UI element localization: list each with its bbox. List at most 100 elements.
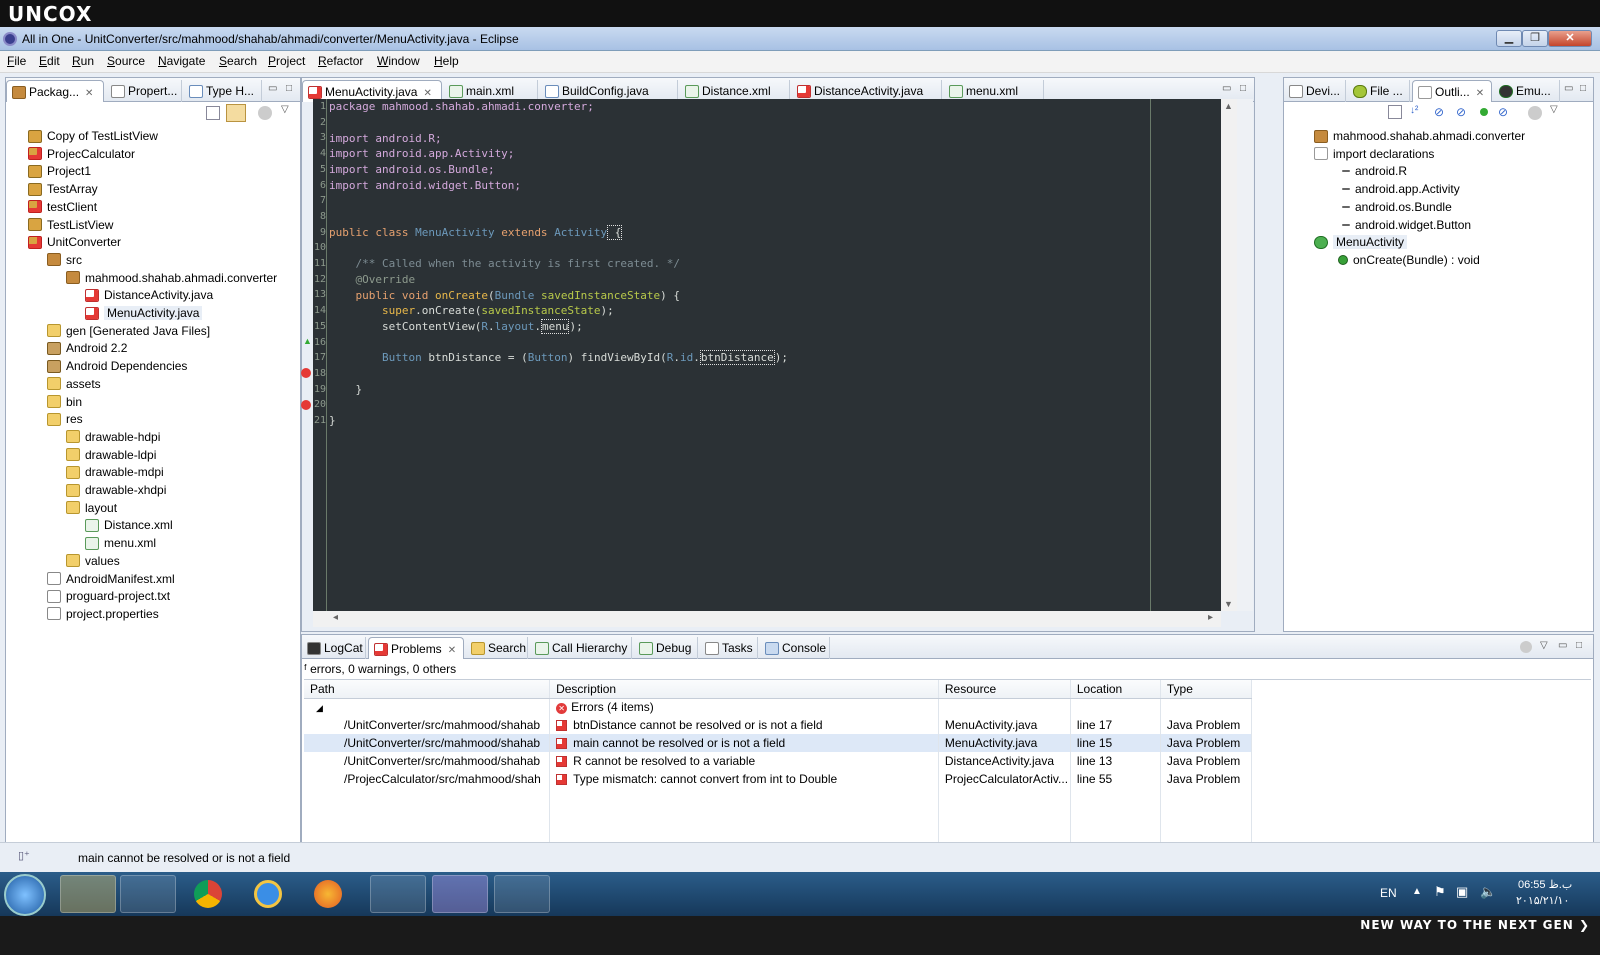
menu-edit[interactable]: Edit [39, 54, 60, 68]
maximize-button[interactable]: ❐ [1522, 30, 1548, 47]
tree-item[interactable]: assets [47, 375, 101, 393]
close-icon[interactable]: ✕ [1476, 88, 1484, 99]
chevron-down-icon[interactable]: ▽ [281, 104, 289, 115]
column-header-description[interactable]: Description [549, 680, 939, 699]
outline-item[interactable]: mahmood.shahab.ahmadi.converter [1314, 127, 1525, 145]
collapse-all-icon[interactable] [206, 106, 220, 120]
tree-item[interactable]: src [47, 251, 82, 269]
explorer-taskbar-button[interactable] [60, 875, 116, 913]
expand-arrow-icon[interactable]: ◢ [316, 703, 323, 713]
tree-item[interactable]: DistanceActivity.java [85, 286, 213, 304]
tree-item[interactable]: drawable-mdpi [66, 463, 164, 481]
tree-item[interactable]: mahmood.shahab.ahmadi.converter [66, 269, 277, 287]
tree-item[interactable]: MenuActivity.java [85, 304, 203, 322]
problem-row[interactable]: /UnitConverter/src/mahmood/shahab btnDist… [304, 716, 1253, 734]
error-marker-icon[interactable] [301, 400, 311, 410]
tree-item[interactable]: drawable-xhdpi [66, 481, 166, 499]
tree-item[interactable]: Android 2.2 [47, 339, 127, 357]
tree-item[interactable]: menu.xml [85, 534, 156, 552]
problem-row[interactable]: /ProjecCalculator/src/mahmood/shah Type m… [304, 770, 1253, 788]
outline-item[interactable]: import declarations [1314, 145, 1434, 163]
tree-item[interactable]: project.properties [47, 605, 159, 623]
eclipse-taskbar-button[interactable] [432, 875, 488, 913]
column-header-path[interactable]: Path [304, 680, 551, 699]
column-header-location[interactable]: Location [1070, 680, 1161, 699]
maximize-view-icon[interactable]: □ [1580, 83, 1586, 94]
show-hidden-icons-icon[interactable]: ▲ [1412, 886, 1422, 897]
chevron-down-icon[interactable]: ▽ [1550, 104, 1558, 115]
column-header-resource[interactable]: Resource [938, 680, 1071, 699]
tree-item[interactable]: UnitConverter [28, 233, 121, 251]
clock-time[interactable]: 06:55 ب.ظ [1518, 878, 1572, 891]
editor-vertical-scrollbar[interactable]: ▲ ▼ [1221, 99, 1237, 611]
menu-run[interactable]: Run [72, 54, 94, 68]
tab-package-explorer[interactable]: Packag... ✕ [6, 80, 104, 102]
maximize-view-icon[interactable]: □ [286, 83, 292, 94]
menu-source[interactable]: Source [107, 54, 145, 68]
close-icon[interactable]: ✕ [85, 88, 93, 99]
view-menu-icon[interactable] [1528, 106, 1542, 120]
problems-group-row[interactable]: ◢ ✕ Errors (4 items) [304, 698, 1253, 716]
menu-project[interactable]: Project [268, 54, 305, 68]
scroll-up-icon[interactable]: ▲ [1224, 101, 1233, 111]
tab-problems[interactable]: Problems ✕ [368, 637, 464, 659]
tab-debug[interactable]: Debug [634, 637, 698, 659]
close-icon[interactable]: ✕ [423, 88, 431, 99]
chrome-taskbar-button[interactable] [180, 875, 236, 913]
outline-item[interactable]: MenuActivity [1314, 233, 1408, 251]
outline-item[interactable]: onCreate(Bundle) : void [1338, 251, 1480, 269]
scroll-down-icon[interactable]: ▼ [1224, 599, 1233, 609]
scroll-right-icon[interactable]: ▸ [1208, 612, 1213, 623]
scroll-left-icon[interactable]: ◂ [333, 612, 338, 623]
hide-fields-icon[interactable]: ⊘ [1434, 105, 1448, 119]
minimize-view-icon[interactable]: ▭ [268, 83, 277, 94]
volume-icon[interactable]: 🔈 [1480, 884, 1496, 900]
tab-devices[interactable]: Devi... [1284, 80, 1346, 102]
maximize-view-icon[interactable]: □ [1576, 640, 1582, 651]
tree-item[interactable]: res [47, 410, 83, 428]
tree-item[interactable]: drawable-hdpi [66, 428, 160, 446]
collapse-all-icon[interactable] [1388, 105, 1402, 119]
tree-item[interactable]: ProjecCalculator [28, 145, 135, 163]
tree-item[interactable]: Android Dependencies [47, 357, 187, 375]
menu-search[interactable]: Search [219, 54, 257, 68]
tab-properties[interactable]: Propert... [106, 80, 182, 102]
minimize-view-icon[interactable]: ▭ [1558, 640, 1567, 651]
column-header-type[interactable]: Type [1160, 680, 1253, 699]
tab-type-hierarchy[interactable]: Type H... [184, 80, 262, 102]
chevron-down-icon[interactable]: ▽ [1540, 640, 1548, 651]
hide-nonpublic-icon[interactable] [1480, 108, 1488, 116]
tab-call-hierarchy[interactable]: Call Hierarchy [530, 637, 632, 659]
tree-item[interactable]: bin [47, 393, 82, 411]
tree-item[interactable]: Project1 [28, 162, 91, 180]
problem-row[interactable]: /UnitConverter/src/mahmood/shahab R canno… [304, 752, 1253, 770]
minimize-view-icon[interactable]: ▭ [1564, 83, 1573, 94]
tree-item[interactable]: drawable-ldpi [66, 446, 156, 464]
tree-item[interactable]: gen [Generated Java Files] [47, 322, 210, 340]
outline-item[interactable]: android.app.Activity [1338, 180, 1460, 198]
link-with-editor-icon[interactable] [226, 104, 246, 122]
tree-item[interactable]: Distance.xml [85, 516, 173, 534]
paint-taskbar-button[interactable] [494, 875, 550, 913]
tree-item[interactable]: layout [66, 499, 117, 517]
notepad-taskbar-button[interactable] [370, 875, 426, 913]
outline-item[interactable]: android.widget.Button [1338, 216, 1471, 234]
network-icon[interactable]: ▣ [1456, 884, 1468, 900]
tab-logcat[interactable]: LogCat [302, 637, 366, 659]
tree-item[interactable]: proguard-project.txt [47, 587, 170, 605]
tab-emulator[interactable]: Emu... [1494, 80, 1560, 102]
fast-view-icon[interactable]: ▯⁺ [18, 849, 30, 862]
sort-icon[interactable]: ↓² [1410, 105, 1424, 119]
problem-row[interactable]: /UnitConverter/src/mahmood/shahab main ca… [304, 734, 1253, 752]
tree-item[interactable]: TestArray [28, 180, 98, 198]
menu-navigate[interactable]: Navigate [158, 54, 205, 68]
menu-refactor[interactable]: Refactor [318, 54, 363, 68]
tree-item[interactable]: testClient [28, 198, 97, 216]
menu-file[interactable]: File [7, 54, 26, 68]
outline-item[interactable]: android.R [1338, 162, 1407, 180]
menu-window[interactable]: Window [377, 54, 420, 68]
hide-static-icon[interactable]: ⊘ [1456, 105, 1470, 119]
tab-console[interactable]: Console [760, 637, 830, 659]
outline-item[interactable]: android.os.Bundle [1338, 198, 1452, 216]
code-editor[interactable]: 1 2 3 4 5 6 7 8 9 10 11 12 13 14 15 16 17 18 19 20 21 packag… [313, 99, 1221, 611]
